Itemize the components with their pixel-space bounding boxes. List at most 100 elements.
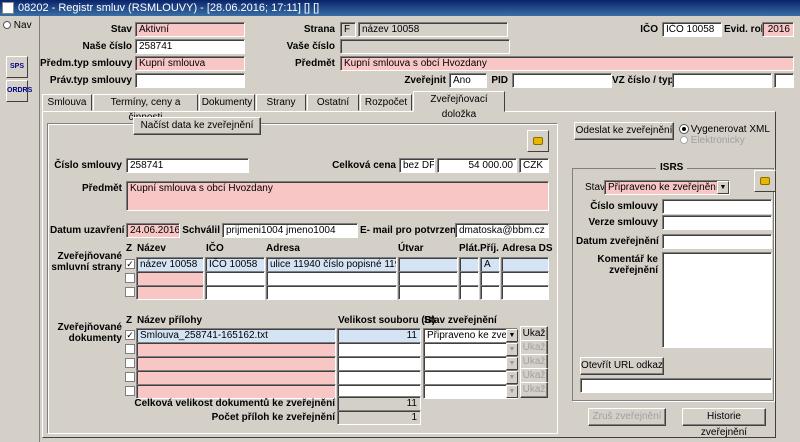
document-checkbox[interactable] [125,344,135,354]
cena-currency-field[interactable]: CZK [519,158,549,173]
radio-xml[interactable]: Vygenerovat XML [680,124,770,135]
vz-field[interactable] [672,73,772,88]
ico-field[interactable]: IČO 10058 [662,22,722,37]
show-document-button[interactable]: Ukaž [520,382,548,398]
party-utvar[interactable] [398,257,458,272]
isrs-cislo-field[interactable] [662,199,772,214]
vz-type-field[interactable] [774,73,794,88]
predmet-form-field[interactable]: Kupní smlouva s obcí Hvozdany [126,181,549,211]
send-publish-button[interactable]: Odeslat ke zveřejnění [574,122,674,140]
party-nazev[interactable] [136,271,204,286]
party-adresa-ds[interactable] [501,257,549,272]
strana-code-field[interactable]: F [340,22,356,37]
party-ico[interactable] [205,285,265,300]
prav-typ-field[interactable] [135,73,245,88]
document-name[interactable]: Smlouva_258741-165162.txt [136,328,336,343]
nav-radio[interactable]: Nav [3,20,32,31]
document-status-select[interactable] [423,356,518,371]
party-ico[interactable]: IČO 10058 [205,257,265,272]
party-plat[interactable] [459,257,479,272]
document-checkbox[interactable] [125,358,135,368]
document-checkbox[interactable]: ✓ [125,330,135,340]
evid-rok-field[interactable]: 2016 [762,22,794,37]
tab-ostatni[interactable]: Ostatní [307,94,359,111]
document-size[interactable] [337,370,421,385]
document-status-select[interactable] [423,370,518,385]
party-prij[interactable] [480,271,500,286]
url-field[interactable] [580,378,772,393]
document-status-select[interactable] [423,342,518,357]
isrs-stav-select[interactable]: Připraveno ke zveřejnění [604,180,730,195]
chevron-down-icon[interactable]: ▼ [506,329,518,342]
party-utvar[interactable] [398,285,458,300]
zverejnit-field[interactable]: Ano [449,73,487,88]
party-nazev[interactable]: název 10058 [136,257,204,272]
isrs-verze-field[interactable] [662,215,772,230]
tab-smlouva[interactable]: Smlouva [42,94,92,111]
tab-strany[interactable]: Strany [256,94,306,111]
party-prij[interactable] [480,285,500,300]
history-button[interactable]: Historie zveřejnění [682,408,766,438]
document-status-select[interactable]: Připraveno ke zveřejn... [423,328,518,343]
document-name[interactable] [136,356,336,371]
party-checkbox[interactable] [125,287,135,297]
tab-dokumenty[interactable]: Dokumenty [199,94,255,111]
chevron-down-icon[interactable]: ▼ [506,371,518,384]
document-name[interactable] [136,384,336,399]
predmet-field[interactable]: Kupní smlouva s obcí Hvozdany [340,56,794,71]
isrs-refresh-button[interactable] [754,170,776,192]
chevron-down-icon[interactable]: ▼ [506,385,518,398]
party-checkbox[interactable]: ✓ [125,259,135,269]
email-field[interactable]: dmatoska@bbm.cz [455,223,549,238]
cena-value-field[interactable]: 54 000.00 [437,158,517,173]
predm-typ-field[interactable]: Kupní smlouva [135,56,245,71]
party-plat[interactable] [459,285,479,300]
sps-button[interactable]: SPS [6,56,28,78]
chevron-down-icon[interactable]: ▼ [506,343,518,356]
open-url-button[interactable]: Otevřít URL odkaz [580,357,664,375]
document-checkbox[interactable] [125,372,135,382]
chevron-down-icon[interactable]: ▼ [717,181,729,194]
document-checkbox[interactable] [125,386,135,396]
party-adresa-ds[interactable] [501,285,549,300]
party-utvar[interactable] [398,271,458,286]
strana-field[interactable]: název 10058 [358,22,508,37]
isrs-datum-label: Datum zveřejnění [576,236,659,247]
schvalil-field[interactable]: prijmeni1004 jmeno1004 [222,223,358,238]
party-nazev[interactable] [136,285,204,300]
datum-uzavreni-field[interactable]: 24.06.2016 [126,223,180,238]
vase-cislo-field[interactable] [340,39,510,54]
document-name[interactable] [136,370,336,385]
radio-elektronicky[interactable]: Elektronicky [680,135,745,146]
document-size[interactable]: 11 [337,328,421,343]
total-size-field[interactable]: 11 [337,396,421,411]
document-status-select[interactable] [423,384,518,399]
party-ico[interactable] [205,271,265,286]
document-size[interactable] [337,356,421,371]
party-adresa[interactable] [266,285,397,300]
refresh-icon-button[interactable] [527,130,549,152]
tab-rozpocet[interactable]: Rozpočet [360,94,412,111]
document-name[interactable] [136,342,336,357]
party-checkbox[interactable] [125,273,135,283]
isrs-datum-field[interactable] [662,234,772,249]
load-data-button[interactable]: Načíst data ke zveřejnění [133,117,261,135]
nase-cislo-field[interactable]: 258741 [135,39,245,54]
party-adresa[interactable]: ulice 11940 číslo popisné 11940, PRA [266,257,397,272]
chevron-down-icon[interactable]: ▼ [506,357,518,370]
document-size[interactable] [337,342,421,357]
party-prij[interactable]: A [480,257,500,272]
count-field[interactable]: 1 [337,410,421,425]
party-adresa[interactable] [266,271,397,286]
cislo-smlouvy-field[interactable]: 258741 [126,158,249,173]
isrs-komentar-field[interactable] [662,252,772,348]
party-adresa-ds[interactable] [501,271,549,286]
archive-button[interactable]: ORDRS [6,80,32,102]
cena-type-field[interactable]: bez DPH [399,158,435,173]
cancel-publish-button[interactable]: Zruš zveřejnění [588,408,666,426]
party-plat[interactable] [459,271,479,286]
tab-terminy[interactable]: Termíny, ceny a činnosti [93,94,198,123]
tab-zverejnovaci-dolozka[interactable]: Zveřejňovací doložka [413,91,505,120]
stav-field[interactable]: Aktivní [135,22,245,37]
pid-field[interactable] [512,73,612,88]
